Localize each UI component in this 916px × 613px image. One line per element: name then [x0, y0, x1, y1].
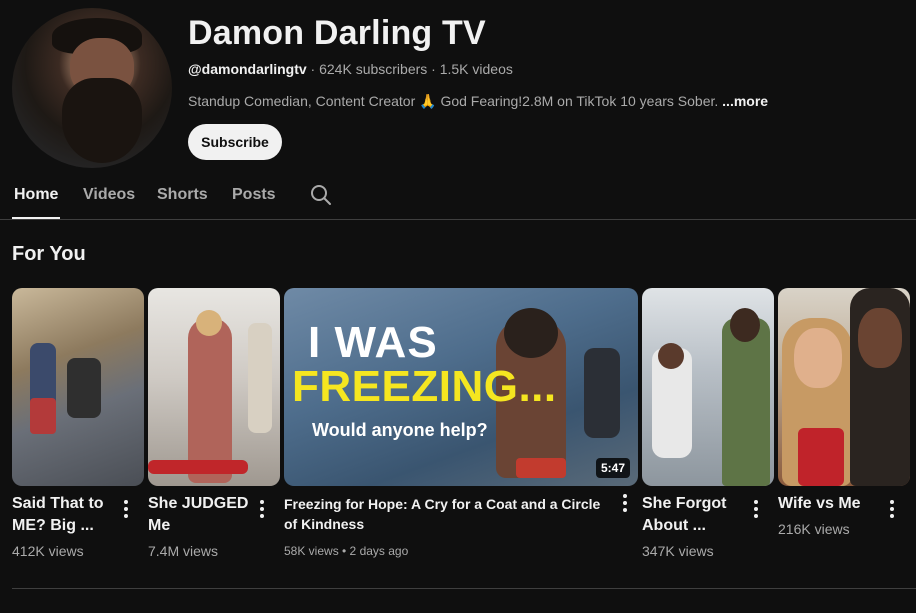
video-thumbnail[interactable] [778, 288, 910, 486]
video-views: 347K views [642, 543, 714, 559]
video-views: 412K views [12, 543, 84, 559]
more-vert-icon[interactable] [753, 500, 759, 520]
video-title[interactable]: Said That to ME? Big ... [12, 493, 120, 537]
video-title[interactable]: She Forgot About ... [642, 493, 750, 537]
channel-tabs: Home Videos Shorts Posts [0, 176, 916, 220]
channel-meta: @damondarlingtv · 624K subscribers · 1.5… [188, 61, 513, 77]
video-title[interactable]: She JUDGED Me [148, 493, 256, 537]
more-vert-icon[interactable] [622, 494, 628, 514]
tab-posts[interactable]: Posts [232, 186, 276, 204]
video-thumbnail[interactable] [12, 288, 144, 486]
tab-videos[interactable]: Videos [83, 186, 135, 204]
video-thumbnail[interactable] [642, 288, 774, 486]
tab-shorts[interactable]: Shorts [157, 186, 208, 204]
channel-avatar[interactable] [12, 8, 172, 168]
thumbnail-text: I WAS [308, 318, 438, 367]
video-thumbnail[interactable] [148, 288, 280, 486]
section-divider [12, 588, 916, 589]
channel-description[interactable]: Standup Comedian, Content Creator 🙏 God … [188, 93, 768, 110]
channel-name: Damon Darling TV [188, 14, 486, 52]
video-views: 58K views • 2 days ago [284, 544, 409, 558]
channel-stats: · 624K subscribers · 1.5K videos [306, 61, 513, 77]
description-text: Standup Comedian, Content Creator 🙏 God … [188, 93, 723, 109]
subscribe-button[interactable]: Subscribe [188, 124, 282, 160]
thumbnail-text: FREEZING... [292, 362, 557, 411]
section-title: For You [12, 243, 86, 265]
video-views: 216K views [778, 521, 850, 537]
more-vert-icon[interactable] [123, 500, 129, 520]
more-vert-icon[interactable] [259, 500, 265, 520]
more-vert-icon[interactable] [889, 500, 895, 520]
video-views: 7.4M views [148, 543, 219, 559]
tab-home[interactable]: Home [14, 186, 58, 204]
video-thumbnail[interactable]: I WAS FREEZING... Would anyone help? 5:4… [284, 288, 638, 486]
more-link[interactable]: ...more [722, 93, 768, 109]
search-icon[interactable] [309, 183, 333, 207]
video-title[interactable]: Freezing for Hope: A Cry for a Coat and … [284, 494, 602, 534]
video-duration: 5:47 [595, 458, 630, 478]
thumbnail-text: Would anyone help? [312, 420, 488, 440]
video-title[interactable]: Wife vs Me [778, 493, 886, 515]
active-tab-indicator [12, 217, 60, 219]
channel-handle: @damondarlingtv [188, 61, 307, 77]
